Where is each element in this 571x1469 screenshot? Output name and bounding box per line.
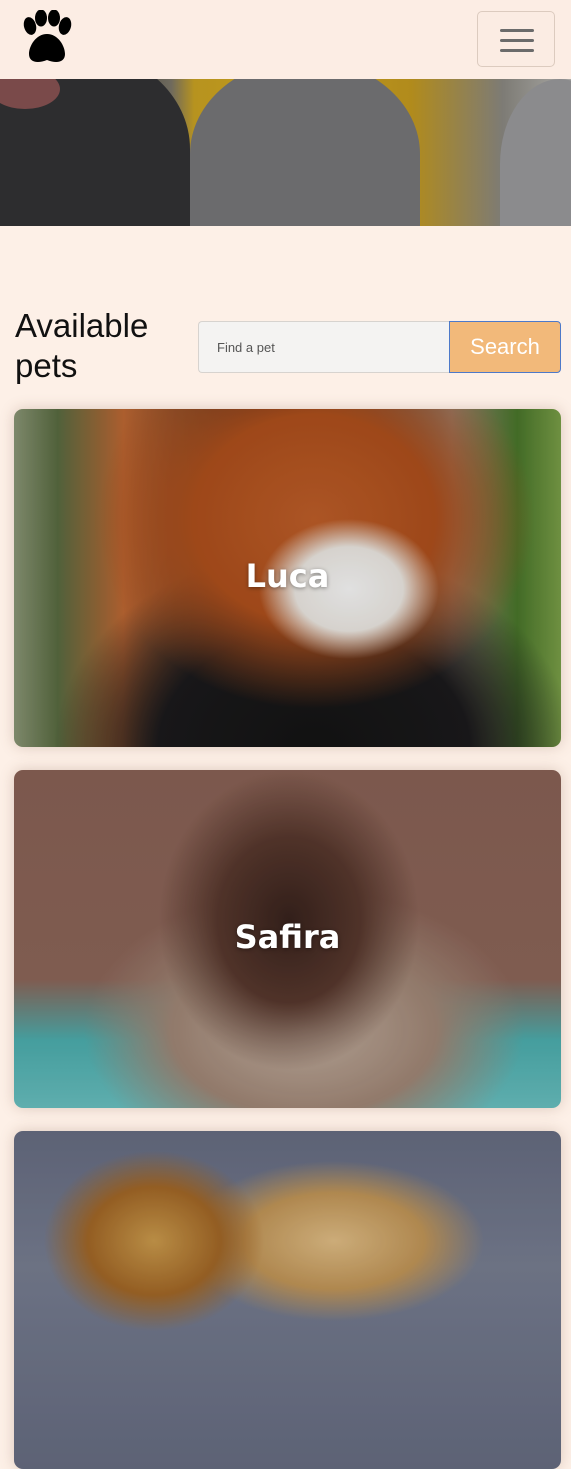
pet-card[interactable] <box>14 1131 561 1469</box>
pet-name: Luca <box>245 557 330 595</box>
search-button[interactable]: Search <box>449 321 561 373</box>
brand-logo-link[interactable] <box>16 9 78 66</box>
page-title: Available pets <box>15 307 149 384</box>
search-input[interactable] <box>198 321 450 373</box>
pet-card[interactable]: Luca <box>14 409 561 747</box>
navbar <box>0 0 571 79</box>
paw-icon <box>23 9 72 62</box>
pet-card[interactable]: Safira <box>14 770 561 1108</box>
hero-banner-image <box>0 79 571 226</box>
pet-name: Safira <box>234 918 341 956</box>
menu-toggle-button[interactable] <box>477 11 555 67</box>
